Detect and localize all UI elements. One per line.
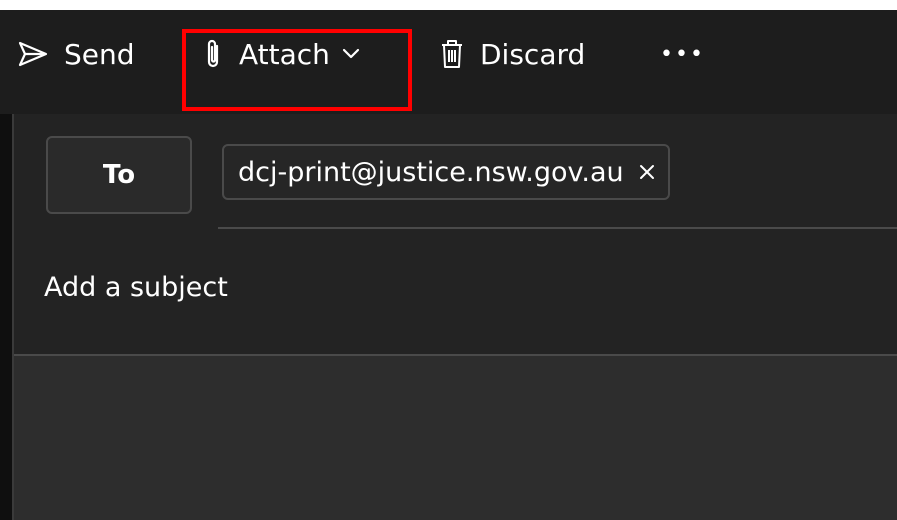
- discard-button[interactable]: Discard: [440, 28, 585, 80]
- send-button[interactable]: Send: [18, 28, 135, 80]
- more-icon: •••: [660, 41, 705, 67]
- window-top-strip: [0, 0, 897, 10]
- subject-field[interactable]: Add a subject: [44, 272, 228, 303]
- compose-pane: To dcj-print@justice.nsw.gov.au Add a su…: [12, 114, 897, 520]
- send-icon: [18, 41, 48, 67]
- recipient-chip[interactable]: dcj-print@justice.nsw.gov.au: [222, 144, 670, 200]
- compose-toolbar: Send Attach Discard •••: [0, 10, 897, 114]
- recipient-address: dcj-print@justice.nsw.gov.au: [238, 156, 624, 188]
- more-options-button[interactable]: •••: [660, 28, 705, 80]
- send-label: Send: [64, 37, 135, 71]
- to-button[interactable]: To: [46, 136, 192, 214]
- to-field-underline: [218, 227, 897, 229]
- trash-icon: [440, 38, 464, 70]
- message-body[interactable]: [14, 356, 897, 520]
- attach-highlight-box: [182, 29, 412, 111]
- close-icon[interactable]: [638, 163, 656, 181]
- discard-label: Discard: [480, 37, 586, 71]
